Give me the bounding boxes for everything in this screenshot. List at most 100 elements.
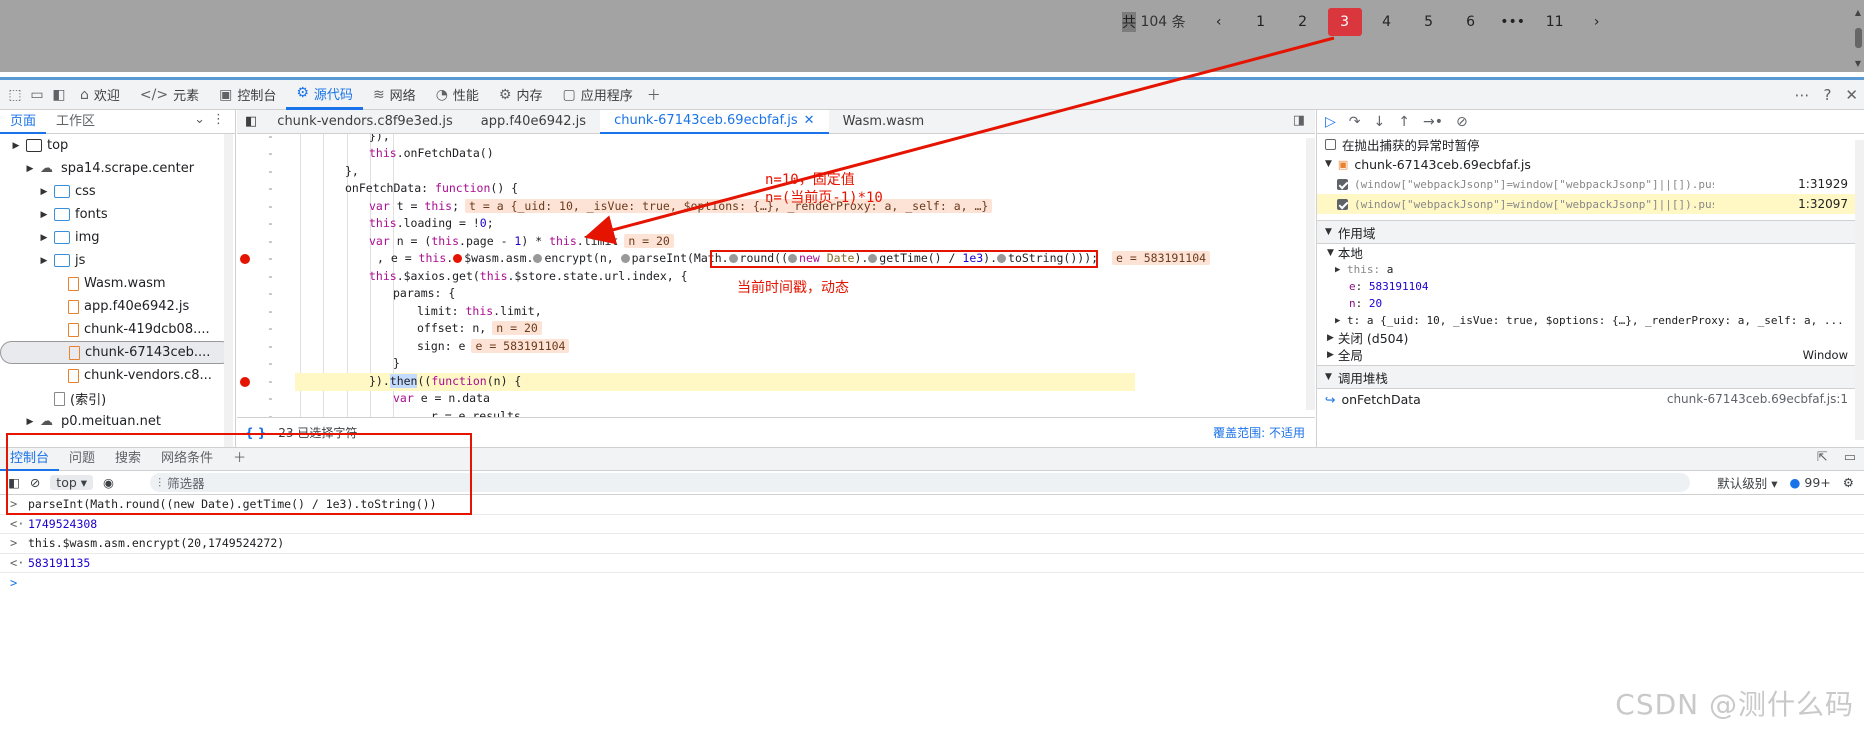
pause-caught-checkbox[interactable] (1325, 139, 1336, 150)
tree-item[interactable]: chunk-67143ceb.... (0, 341, 233, 364)
sidebar-toggle-icon[interactable]: ◧ (48, 84, 70, 106)
tab-application[interactable]: ▢应用程序 (553, 80, 643, 110)
tree-item[interactable]: ▶img (0, 226, 235, 249)
breakpoint-marker[interactable] (240, 377, 250, 387)
console-settings-icon[interactable]: ⚙ (1843, 475, 1854, 490)
tree-item[interactable]: ▶fonts (0, 203, 235, 226)
file-icon (68, 300, 79, 314)
tab-welcome[interactable]: ⌂欢迎 (70, 80, 130, 110)
prev-page-button[interactable]: ‹ (1198, 8, 1240, 36)
tree-item[interactable]: ▶☁spa14.scrape.center (0, 157, 235, 180)
file-tab-app[interactable]: app.f40e6942.js (467, 110, 600, 134)
step-out-icon[interactable]: ↑ (1398, 114, 1410, 130)
page-6[interactable]: 6 (1450, 8, 1492, 36)
page-1[interactable]: 1 (1240, 8, 1282, 36)
dock-drawer-icon[interactable]: ⇱ (1817, 450, 1828, 465)
debugger-scrollbar[interactable] (1855, 140, 1864, 440)
toggle-navigator-icon[interactable]: ◧ (237, 110, 263, 134)
expand-arrow-icon[interactable]: ▶ (38, 187, 50, 197)
tree-item[interactable]: Wasm.wasm (0, 272, 235, 295)
log-level-dropdown[interactable]: 默认级别 ▾ (1717, 473, 1777, 492)
callstack-frame[interactable]: ↪onFetchDatachunk-67143ceb.69ecbfaf.js:1 (1317, 389, 1864, 409)
page-4[interactable]: 4 (1366, 8, 1408, 36)
breakpoint-item[interactable]: (window["webpackJsonp"]=window["webpackJ… (1317, 174, 1864, 194)
scroll-thumb[interactable] (1855, 28, 1862, 48)
step-icon[interactable]: →• (1423, 114, 1443, 130)
scroll-up-icon[interactable]: ▲ (1855, 8, 1861, 17)
page-scrollbar[interactable]: ▲ ▼ (1854, 8, 1862, 68)
deactivate-breakpoints-icon[interactable]: ⊘ (1456, 114, 1468, 130)
tree-item[interactable]: app.f40e6942.js (0, 295, 235, 318)
page-2[interactable]: 2 (1282, 8, 1324, 36)
expand-arrow-icon[interactable]: ▶ (38, 256, 50, 266)
nav-tab-workspace[interactable]: 工作区 (46, 110, 105, 134)
scope-section-header[interactable]: ▼作用域 (1317, 220, 1864, 244)
file-tab-chunk[interactable]: chunk-67143ceb.69ecbfaf.js✕ (600, 110, 829, 134)
tree-item[interactable]: chunk-419dcb08.... (0, 318, 235, 341)
tree-item[interactable]: ▶☁p0.meituan.net (0, 410, 235, 433)
editor-scrollbar[interactable] (1306, 138, 1315, 410)
inspect-icon[interactable]: ⬚ (4, 84, 26, 106)
pause-on-caught-row[interactable]: 在抛出捕获的异常时暂停 (1317, 134, 1864, 154)
file-tab-vendors[interactable]: chunk-vendors.c8f9e3ed.js (263, 110, 466, 134)
toggle-debugger-icon[interactable]: ◨ (1293, 113, 1305, 128)
breakpoint-file-row[interactable]: ▼▣chunk-67143ceb.69ecbfaf.js (1317, 154, 1864, 174)
scope-local[interactable]: ▼ 本地 (1317, 244, 1864, 261)
tab-performance[interactable]: ◔性能 (426, 80, 489, 110)
help-icon[interactable]: ? (1823, 86, 1831, 104)
coverage-link[interactable]: 覆盖范围: 不适用 (1213, 424, 1305, 441)
expand-arrow-icon[interactable]: ▶ (10, 141, 22, 151)
expand-arrow-icon[interactable]: ▶ (38, 233, 50, 243)
step-over-icon[interactable]: ↷ (1349, 114, 1361, 130)
breakpoint-item-active[interactable]: (window["webpackJsonp"]=window["webpackJ… (1317, 194, 1864, 214)
toggle-drawer-icon[interactable]: ▭ (1844, 450, 1856, 465)
scope-closure[interactable]: ▶ 关闭 (d504) (1317, 329, 1864, 346)
tab-memory[interactable]: ⚙内存 (489, 80, 553, 110)
close-tab-icon[interactable]: ✕ (804, 109, 815, 133)
scope-var-t[interactable]: ▶ t: a {_uid: 10, _isVue: true, $options… (1317, 312, 1864, 329)
tab-elements[interactable]: </>元素 (130, 80, 209, 110)
tab-console[interactable]: ▣控制台 (209, 80, 286, 110)
folder-icon (54, 208, 70, 221)
expand-arrow-icon[interactable]: ▼ (1325, 159, 1332, 169)
nav-tab-page[interactable]: 页面 (0, 110, 46, 134)
breakpoint-marker[interactable] (240, 254, 250, 264)
more-options-icon[interactable]: ⋯ (1794, 86, 1809, 104)
console-output[interactable]: >parseInt(Math.round((new Date).getTime(… (0, 495, 1864, 736)
breakpoint-checkbox[interactable] (1337, 199, 1348, 210)
file-tab-wasm[interactable]: Wasm.wasm (829, 110, 939, 134)
scope-var-this[interactable]: ▶ this: a (1317, 261, 1864, 278)
expand-arrow-icon[interactable]: ▶ (24, 417, 36, 427)
scope-global[interactable]: ▶ 全局Window (1317, 346, 1864, 363)
tree-item[interactable]: (索引) (0, 387, 235, 410)
next-page-button[interactable]: › (1576, 8, 1618, 36)
page-3-active[interactable]: 3 (1328, 8, 1362, 36)
breakpoint-checkbox[interactable] (1337, 179, 1348, 190)
tree-item[interactable]: ▶js (0, 249, 235, 272)
tab-network[interactable]: ≋网络 (363, 80, 426, 110)
resume-icon[interactable]: ▷ (1325, 114, 1336, 130)
chevron-down-icon[interactable]: ⌄ (194, 112, 205, 127)
scroll-down-icon[interactable]: ▼ (1855, 59, 1861, 68)
more-vert-icon[interactable]: ⋮ (212, 112, 225, 127)
expand-arrow-icon[interactable]: ▶ (38, 210, 50, 220)
debugger-toolbar: ▷ ↷ ↓ ↑ →• ⊘ (1317, 110, 1864, 134)
page-11[interactable]: 11 (1534, 8, 1576, 36)
callstack-section-header[interactable]: ▼调用堆栈 (1317, 365, 1864, 389)
console-prompt-input[interactable]: > (0, 573, 1864, 593)
page-ellipsis[interactable]: ••• (1492, 8, 1534, 36)
add-tab-icon[interactable]: ＋ (643, 84, 665, 106)
folder-icon (54, 185, 70, 198)
expand-arrow-icon[interactable]: ▶ (24, 164, 36, 174)
tree-item[interactable]: chunk-vendors.c8... (0, 364, 235, 387)
navigator-scrollbar[interactable] (224, 134, 233, 447)
page-5[interactable]: 5 (1408, 8, 1450, 36)
tree-item[interactable]: ▶top (0, 134, 235, 157)
issues-counter[interactable]: ● 99+ (1789, 475, 1830, 490)
tab-sources[interactable]: ⚙源代码 (286, 80, 363, 110)
close-devtools-icon[interactable]: ✕ (1845, 86, 1858, 104)
code-area[interactable]: -}), -this.onFetchData() -}, -onFetchDat… (237, 134, 1315, 417)
tree-item[interactable]: ▶css (0, 180, 235, 203)
step-into-icon[interactable]: ↓ (1374, 114, 1386, 130)
device-toggle-icon[interactable]: ▭ (26, 84, 48, 106)
